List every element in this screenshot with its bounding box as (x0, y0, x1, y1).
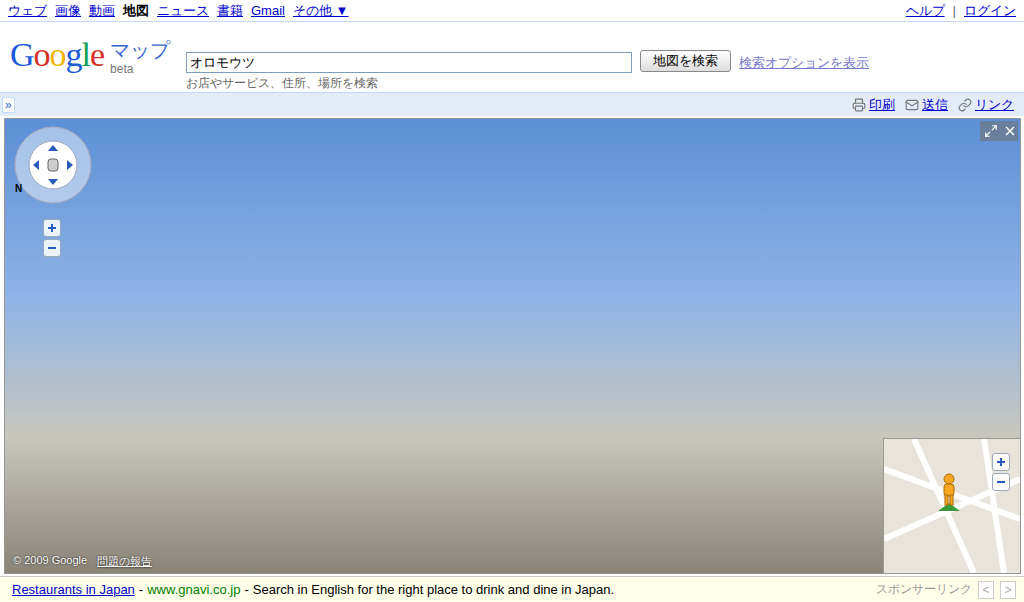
next-ad-button[interactable]: > (1000, 581, 1016, 599)
nav-link[interactable]: その他 ▼ (293, 2, 348, 20)
plus-icon (47, 223, 57, 233)
link-action[interactable]: リンク (958, 96, 1014, 114)
toolbar-actions: 印刷送信リンク (852, 96, 1014, 114)
mail-icon (905, 98, 919, 112)
nav-link[interactable]: 書籍 (217, 2, 243, 20)
nav-link[interactable]: 地図 (123, 2, 149, 20)
header: Googleマップbetaお店やサービス、住所、場所を検索地図を検索検索オプショ… (0, 22, 1024, 90)
mini-map[interactable] (883, 438, 1020, 573)
ad-title[interactable]: Restaurants in Japan (12, 582, 135, 597)
product-name: マップ (110, 38, 170, 62)
compass-label: N (15, 183, 22, 194)
page: ウェブ画像動画地図ニュース書籍 Gmail その他 ▼ ヘルプ | ログイン Googleマ… (0, 0, 1024, 602)
search-hint: お店やサービス、住所、場所を検索 (186, 75, 632, 92)
print-action[interactable]: 印刷 (852, 96, 895, 114)
ad-url: www.gnavi.co.jp (147, 582, 240, 597)
pegman-icon (936, 473, 962, 513)
search-options-link[interactable]: 検索オプションを表示 (739, 54, 869, 72)
mini-zoom-in-button[interactable] (992, 453, 1010, 471)
nav-link[interactable]: ウェブ (8, 2, 47, 20)
separator: | (953, 3, 956, 18)
help-link[interactable]: ヘルプ (906, 2, 945, 20)
nav-link[interactable]: 動画 (89, 2, 115, 20)
ad-separator: - (139, 582, 143, 597)
pan-control-icon[interactable] (13, 125, 93, 205)
fullscreen-button[interactable] (980, 121, 1018, 141)
product: マップbeta (110, 38, 170, 76)
search-input[interactable] (186, 52, 632, 73)
navigation-control[interactable]: N (13, 125, 93, 205)
fullscreen-icon (984, 124, 998, 138)
nav-links: ウェブ画像動画地図ニュース書籍 Gmail その他 ▼ (8, 2, 348, 20)
mini-zoom-out-button[interactable] (992, 473, 1010, 491)
report-link[interactable]: 問題の報告 (97, 554, 152, 569)
ad-pager: スポンサーリンク < > (876, 581, 1016, 599)
printer-icon (852, 98, 866, 112)
street-view[interactable]: N © 2009 Google 問題の報告 (4, 118, 1021, 574)
ad-separator: - (244, 582, 248, 597)
logo-word: Google (10, 36, 104, 74)
toolbar: » 印刷送信リンク (0, 92, 1024, 116)
sponsor-label: スポンサーリンク (876, 581, 972, 598)
ad: Restaurants in Japan-www.gnavi.co.jp-Sea… (12, 582, 614, 597)
account-links: ヘルプ | ログイン (906, 2, 1016, 20)
pegman[interactable] (936, 473, 962, 517)
minus-icon (47, 243, 57, 253)
logo[interactable]: Googleマップbeta (10, 36, 186, 76)
panel-toggle[interactable]: » (2, 97, 15, 113)
street-view-footer: © 2009 Google 問題の報告 (13, 554, 152, 569)
plus-icon (996, 457, 1006, 467)
zoom-control (43, 219, 61, 257)
link-icon (958, 98, 972, 112)
zoom-out-button[interactable] (43, 239, 61, 257)
login-link[interactable]: ログイン (964, 2, 1016, 20)
search: お店やサービス、住所、場所を検索 (186, 52, 632, 92)
prev-ad-button[interactable]: < (978, 581, 994, 599)
mail-action[interactable]: 送信 (905, 96, 948, 114)
ad-text: Search in English for the right place to… (253, 582, 614, 597)
minus-icon (996, 477, 1006, 487)
search-button[interactable]: 地図を検索 (640, 50, 731, 72)
copyright: © 2009 Google (13, 554, 87, 569)
zoom-in-button[interactable] (43, 219, 61, 237)
nav-link[interactable]: 画像 (55, 2, 81, 20)
ad-bar: Restaurants in Japan-www.gnavi.co.jp-Sea… (0, 576, 1024, 602)
nav-link[interactable]: ニュース (157, 2, 209, 20)
close-icon (1005, 126, 1015, 136)
top-nav: ウェブ画像動画地図ニュース書籍 Gmail その他 ▼ ヘルプ | ログイン (0, 0, 1024, 22)
nav-link[interactable]: Gmail (251, 3, 285, 18)
beta-badge: beta (110, 62, 170, 76)
mini-zoom-control (992, 453, 1010, 491)
